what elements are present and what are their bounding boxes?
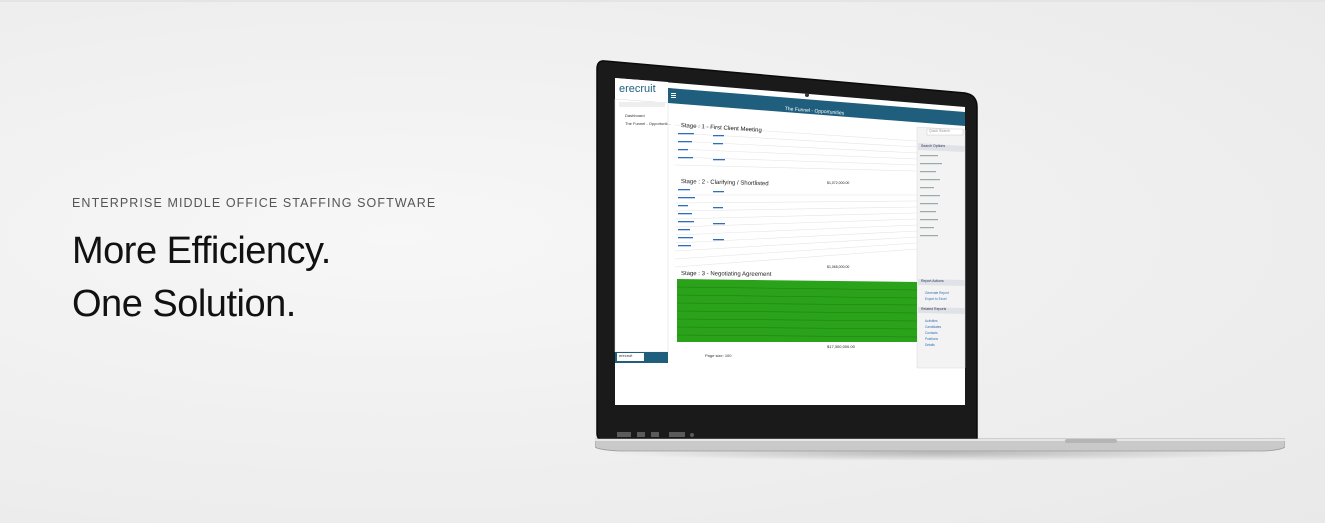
headline-line-2: One Solution. [72, 283, 296, 325]
report-action-generate[interactable]: Generate Report [925, 291, 949, 295]
stage-3-label: Stage [680, 271, 697, 278]
hero-headline: More Efficiency. One Solution. [72, 225, 436, 331]
sidebar-item-funnel[interactable]: The Funnel - Opportunit... [625, 121, 671, 126]
stage-2-total: $1,065,000.00 [827, 265, 850, 269]
pager-label: Page size: [705, 353, 724, 358]
hero-section: ENTERPRISE MIDDLE OFFICE STAFFING SOFTWA… [72, 196, 436, 331]
stage-3-total: $17,300,000.00 [827, 344, 855, 349]
panel-report-actions: Report Actions [921, 279, 944, 283]
stage-1-label: Stage [680, 123, 697, 130]
related-report-details[interactable]: Details [925, 343, 935, 347]
related-report-contacts[interactable]: Contacts [925, 331, 938, 335]
related-report-candidates[interactable]: Candidates [925, 325, 941, 329]
sidebar-footer-select[interactable]: erecruit [619, 353, 632, 358]
sidebar-item-dashboard[interactable]: Dashboard [625, 113, 645, 118]
top-divider [0, 0, 1325, 2]
search-input[interactable]: Quick Search [929, 129, 950, 133]
report-action-export[interactable]: Export to Excel [925, 297, 946, 301]
headline-line-1: More Efficiency. [72, 230, 331, 272]
stage-3-heading: Stage : 3 - Negotiating Agreement [680, 271, 772, 278]
laptop-mockup: erecruit The Funnel - Opportunities Eric… [595, 55, 1285, 461]
app-logo: erecruit [619, 83, 656, 95]
pager: Page size: 100 [705, 353, 732, 358]
panel-related-reports: Related Reports [921, 307, 947, 311]
stage-1-total: $1,072,000.00 [827, 181, 850, 185]
pager-size-select[interactable]: 100 [725, 353, 732, 358]
related-report-positions[interactable]: Positions [925, 337, 938, 341]
laptop-illustration [595, 60, 1285, 452]
hero-eyebrow: ENTERPRISE MIDDLE OFFICE STAFFING SOFTWA… [72, 196, 437, 210]
related-report-activities[interactable]: Activities [925, 319, 938, 323]
panel-search-options: Search Options [921, 144, 946, 148]
stage-2-label: Stage [680, 179, 697, 186]
stage-3-title: 3 - Negotiating Agreement [701, 271, 772, 278]
